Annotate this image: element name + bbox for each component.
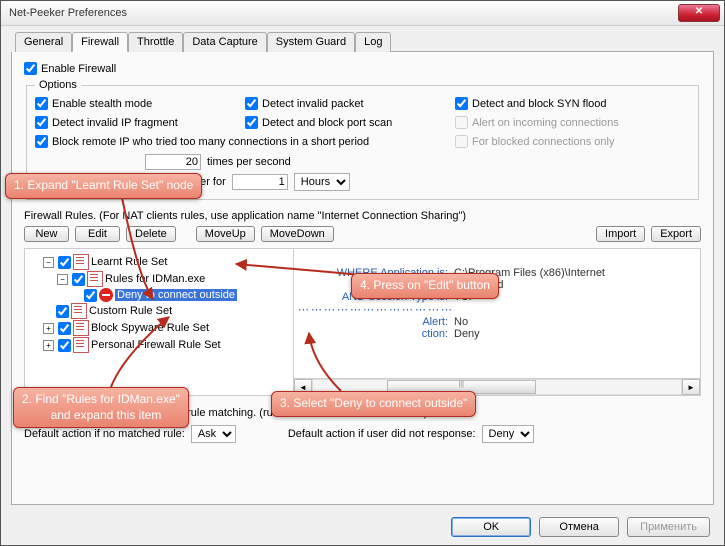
new-button[interactable]: New xyxy=(24,226,69,242)
learnt-checkbox[interactable] xyxy=(58,256,71,269)
blocked-only-label: For blocked connections only xyxy=(472,136,614,148)
apply-button[interactable]: Применить xyxy=(627,517,710,537)
close-button[interactable]: ✕ xyxy=(678,4,720,22)
ruleset-icon xyxy=(71,303,87,319)
movedown-button[interactable]: MoveDown xyxy=(261,226,334,242)
ruleset-icon xyxy=(73,337,89,353)
default-norule-label: Default action if no matched rule: xyxy=(24,428,185,440)
ruleset-icon xyxy=(73,320,89,336)
annotation-2: 2. Find "Rules for IDMan.exe" and expand… xyxy=(13,387,189,428)
tab-firewall[interactable]: Firewall xyxy=(72,32,128,52)
stealth-label: Enable stealth mode xyxy=(52,98,152,110)
action-val: Deny xyxy=(454,328,480,340)
action-label: ction: xyxy=(298,328,454,340)
blocked-only-checkbox xyxy=(455,135,468,148)
tab-data-capture[interactable]: Data Capture xyxy=(183,32,266,52)
default-noresp-label: Default action if user did not response: xyxy=(288,428,476,440)
import-button[interactable]: Import xyxy=(596,226,645,242)
syn-flood-label: Detect and block SYN flood xyxy=(472,98,607,110)
tab-strip: General Firewall Throttle Data Capture S… xyxy=(15,32,714,52)
annotation-3: 3. Select "Deny to connect outside" xyxy=(271,391,476,417)
expander-personal[interactable]: + xyxy=(43,340,54,351)
expander-learnt[interactable]: − xyxy=(43,257,54,268)
edit-button[interactable]: Edit xyxy=(75,226,120,242)
times-label: times per second xyxy=(207,156,291,168)
tab-system-guard[interactable]: System Guard xyxy=(267,32,355,52)
cancel-button[interactable]: Отмена xyxy=(539,517,619,537)
annotation-1: 1. Expand "Learnt Rule Set" node xyxy=(5,173,202,199)
alert-label: Alert: xyxy=(298,316,454,328)
block-remote-checkbox[interactable] xyxy=(35,135,48,148)
block-remote-label: Block remote IP who tried too many conne… xyxy=(52,136,369,148)
ok-button[interactable]: OK xyxy=(451,517,531,537)
block-duration-input[interactable] xyxy=(232,174,288,190)
times-input[interactable] xyxy=(145,154,201,170)
rules-caption: Firewall Rules. (For NAT clients rules, … xyxy=(24,210,701,222)
default-noresp-select[interactable]: Deny xyxy=(482,425,534,443)
tab-general[interactable]: General xyxy=(15,32,72,52)
invalid-packet-label: Detect invalid packet xyxy=(262,98,364,110)
export-button[interactable]: Export xyxy=(651,226,701,242)
titlebar: Net-Peeker Preferences ✕ xyxy=(1,1,724,26)
ruleset-icon xyxy=(87,271,103,287)
deny-checkbox[interactable] xyxy=(84,289,97,302)
rule-detail-pane: WHERE Application is:C:\Program Files (x… xyxy=(294,249,700,395)
spyware-checkbox[interactable] xyxy=(58,322,71,335)
moveup-button[interactable]: MoveUp xyxy=(196,226,255,242)
ruleset-icon xyxy=(73,254,89,270)
stealth-checkbox[interactable] xyxy=(35,97,48,110)
alert-incoming-label: Alert on incoming connections xyxy=(472,117,619,129)
annotation-4: 4. Press on "Edit" button xyxy=(351,273,499,299)
idman-checkbox[interactable] xyxy=(72,273,85,286)
invalid-ip-label: Detect invalid IP fragment xyxy=(52,117,178,129)
invalid-packet-checkbox[interactable] xyxy=(245,97,258,110)
custom-label: Custom Rule Set xyxy=(89,305,172,317)
enable-firewall-label: Enable Firewall xyxy=(41,63,116,75)
tab-throttle[interactable]: Throttle xyxy=(128,32,183,52)
window-title: Net-Peeker Preferences xyxy=(9,7,127,19)
enable-firewall-checkbox[interactable] xyxy=(24,62,37,75)
idman-label: Rules for IDMan.exe xyxy=(105,273,205,285)
scroll-right-icon[interactable]: ► xyxy=(682,379,700,395)
personal-checkbox[interactable] xyxy=(58,339,71,352)
custom-checkbox[interactable] xyxy=(56,305,69,318)
dots-row: ⋯⋯⋯⋯⋯⋯⋯⋯⋯⋯⋯⋯ xyxy=(298,303,454,316)
learnt-label: Learnt Rule Set xyxy=(91,256,167,268)
deny-icon xyxy=(99,288,113,302)
port-scan-checkbox[interactable] xyxy=(245,116,258,129)
spyware-label: Block Spyware Rule Set xyxy=(91,322,209,334)
preferences-window: Net-Peeker Preferences ✕ General Firewal… xyxy=(0,0,725,546)
personal-label: Personal Firewall Rule Set xyxy=(91,339,221,351)
invalid-ip-checkbox[interactable] xyxy=(35,116,48,129)
deny-outside-label[interactable]: Deny to connect outside xyxy=(115,289,237,301)
expander-spyware[interactable]: + xyxy=(43,323,54,334)
expander-idman[interactable]: − xyxy=(57,274,68,285)
options-legend: Options xyxy=(35,79,81,91)
block-duration-unit[interactable]: Hours xyxy=(294,173,350,191)
alert-val: No xyxy=(454,316,468,328)
rule-tree[interactable]: − Learnt Rule Set − xyxy=(25,249,294,395)
tab-log[interactable]: Log xyxy=(355,32,391,52)
alert-incoming-checkbox xyxy=(455,116,468,129)
default-norule-select[interactable]: Ask xyxy=(191,425,236,443)
delete-button[interactable]: Delete xyxy=(126,226,176,242)
syn-flood-checkbox[interactable] xyxy=(455,97,468,110)
port-scan-label: Detect and block port scan xyxy=(262,117,392,129)
